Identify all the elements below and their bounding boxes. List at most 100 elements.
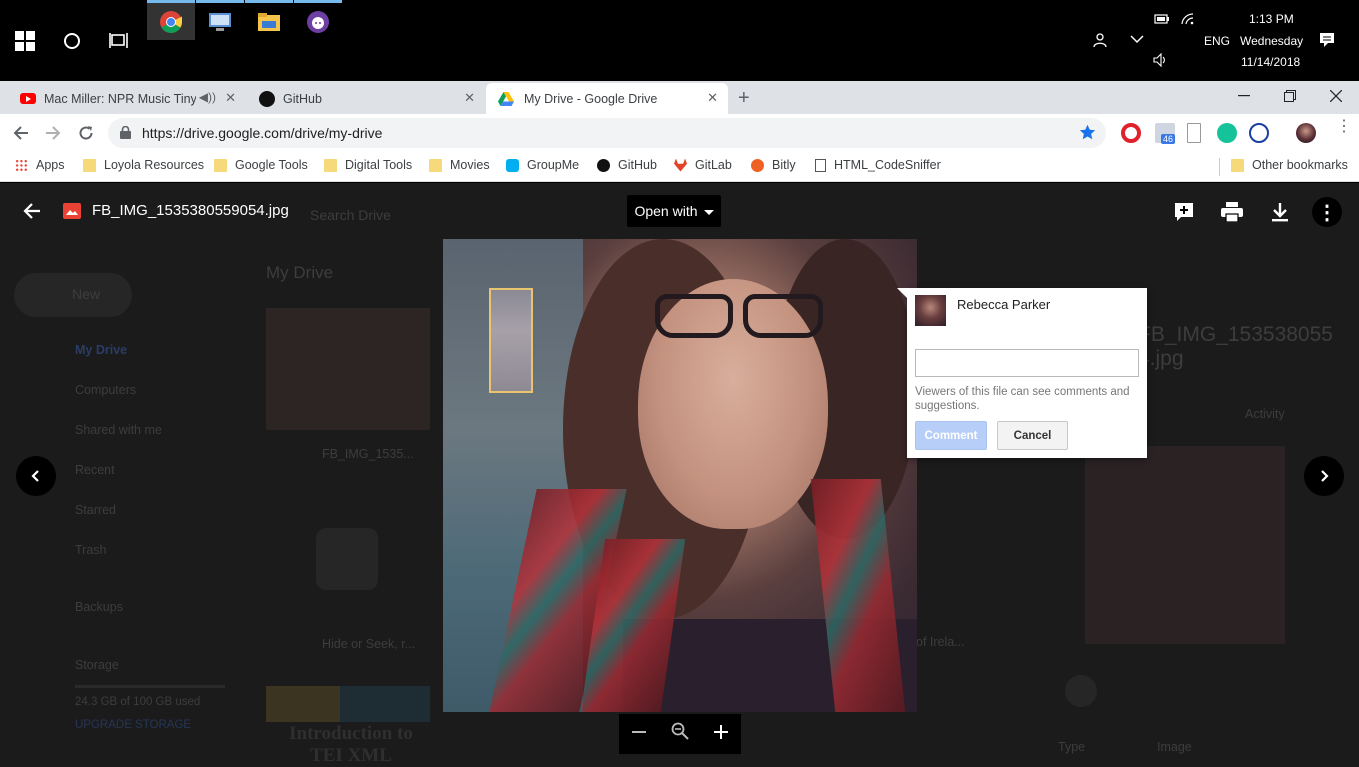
taskbar-github-desktop-icon[interactable] <box>294 0 342 40</box>
minimize-icon[interactable] <box>1221 81 1267 111</box>
taskbar-remote-desktop-icon[interactable] <box>196 0 244 40</box>
tab-mac-miller[interactable]: Mac Miller: NPR Music Tiny D ◀)) ✕ <box>8 83 246 114</box>
folder-icon <box>83 158 96 172</box>
action-center-icon[interactable] <box>1319 32 1335 51</box>
taskbar-file-explorer-icon[interactable] <box>245 0 293 40</box>
bookmark-html-codesniffer[interactable]: HTML_CodeSniffer <box>815 158 941 172</box>
open-with-button[interactable]: Open with <box>627 195 721 227</box>
comment-dialog: Rebecca Parker Viewers of this file can … <box>897 288 1147 458</box>
clock-date[interactable]: 11/14/2018 <box>1241 55 1300 69</box>
next-file-button[interactable] <box>1304 456 1344 496</box>
comment-selection-box[interactable] <box>489 288 533 393</box>
my-drive-heading: My Drive <box>266 263 334 282</box>
sidebar-storage: Storage <box>75 658 119 672</box>
window-close-icon[interactable] <box>1313 81 1359 111</box>
chevron-right-icon <box>1321 470 1329 482</box>
tab-extension-icon[interactable]: 46 <box>1155 123 1176 144</box>
back-icon[interactable] <box>10 122 32 144</box>
folder-icon <box>1231 158 1244 172</box>
page-icon <box>815 158 826 172</box>
comment-input[interactable] <box>915 349 1139 377</box>
more-actions-icon[interactable]: ⋮ <box>1312 197 1342 227</box>
owner-avatar <box>1065 675 1097 707</box>
bookmark-movies[interactable]: Movies <box>429 158 490 172</box>
wifi-icon[interactable] <box>1180 12 1196 29</box>
volume-icon[interactable] <box>1153 52 1169 70</box>
reload-icon[interactable] <box>75 122 97 144</box>
cancel-button[interactable]: Cancel <box>997 421 1068 450</box>
photo-glasses-right <box>743 294 823 338</box>
cortana-icon[interactable] <box>61 30 83 52</box>
forward-icon[interactable] <box>42 122 64 144</box>
tab-github[interactable]: GitHub ✕ <box>247 83 485 114</box>
new-tab-icon[interactable]: + <box>738 87 750 110</box>
previous-file-button[interactable] <box>16 456 56 496</box>
battery-icon[interactable] <box>1154 13 1170 28</box>
commenter-avatar <box>915 295 946 326</box>
opera-extension-icon[interactable] <box>1121 123 1141 143</box>
windows-start-icon[interactable] <box>14 30 36 52</box>
people-icon[interactable] <box>1093 32 1109 51</box>
print-icon[interactable] <box>1220 200 1244 224</box>
bookmark-digital-tools[interactable]: Digital Tools <box>324 158 412 172</box>
partial-text: of Irela... <box>916 635 965 649</box>
speaker-icon[interactable]: ◀)) <box>199 90 216 104</box>
bookmark-label: GitLab <box>695 158 732 172</box>
bookmark-github[interactable]: GitHub <box>597 158 657 172</box>
bookmark-google-tools[interactable]: Google Tools <box>214 158 308 172</box>
bitly-icon <box>751 158 764 172</box>
close-icon[interactable]: ✕ <box>464 90 475 106</box>
bookmark-star-icon[interactable] <box>1079 124 1096 146</box>
sidebar-backups: Backups <box>75 600 123 614</box>
bookmark-other-bookmarks[interactable]: Other bookmarks <box>1231 158 1348 172</box>
close-icon[interactable]: ✕ <box>707 90 718 106</box>
extension-badge: 46 <box>1161 134 1176 144</box>
github-icon <box>259 90 275 107</box>
bookmark-label: Google Tools <box>235 158 308 172</box>
restore-icon[interactable] <box>1267 81 1313 111</box>
clock-time[interactable]: 1:13 PM <box>1249 12 1294 26</box>
profile-avatar[interactable] <box>1296 123 1316 143</box>
bookmark-gitlab[interactable]: GitLab <box>674 158 732 172</box>
folder-icon <box>324 158 337 172</box>
file-thumbnail <box>266 308 430 430</box>
photo-preview[interactable] <box>443 239 917 712</box>
language-indicator[interactable]: ENG <box>1204 34 1230 48</box>
bookmark-label: Loyola Resources <box>104 158 205 172</box>
sidebar-shared: Shared with me <box>75 423 162 437</box>
bookmark-label: Digital Tools <box>345 158 413 172</box>
zoom-toolbar <box>619 714 741 754</box>
task-view-icon[interactable] <box>108 30 130 52</box>
clock-day[interactable]: Wednesday <box>1240 34 1303 48</box>
tab-my-drive[interactable]: My Drive - Google Drive ✕ <box>486 83 728 114</box>
comment-button[interactable]: Comment <box>915 421 987 450</box>
chrome-menu-icon[interactable]: ⋮ <box>1336 119 1352 135</box>
document-extension-icon[interactable] <box>1187 123 1201 143</box>
tray-chevron-icon[interactable] <box>1130 33 1144 47</box>
lock-icon[interactable] <box>120 125 131 144</box>
bookmark-groupme[interactable]: GroupMe <box>506 158 579 172</box>
close-icon[interactable]: ✕ <box>225 90 236 106</box>
back-arrow-icon[interactable] <box>22 201 42 226</box>
tab-title: GitHub <box>283 91 322 106</box>
zoom-in-icon[interactable] <box>713 723 729 746</box>
dropdown-arrow-icon <box>703 209 714 215</box>
add-comment-icon[interactable] <box>1172 200 1196 224</box>
grammarly-icon[interactable] <box>1217 123 1237 143</box>
block-extension-icon[interactable] <box>1249 123 1269 143</box>
download-icon[interactable] <box>1268 200 1292 224</box>
doc-thumbnail <box>266 686 430 722</box>
bookmark-apps[interactable]: Apps <box>15 158 65 172</box>
file-name-2: Hide or Seek, r... <box>322 637 416 651</box>
zoom-out-icon[interactable] <box>631 723 647 746</box>
type-value: Image <box>1157 740 1192 754</box>
bookmark-label: Apps <box>36 158 65 172</box>
address-bar[interactable]: https://drive.google.com/drive/my-drive <box>108 118 1106 148</box>
taskbar-chrome-icon[interactable] <box>147 0 195 40</box>
gitlab-icon <box>674 158 687 172</box>
folder-icon <box>429 158 442 172</box>
bookmark-label: GroupMe <box>527 158 580 172</box>
bookmark-loyola-resources[interactable]: Loyola Resources <box>83 158 204 172</box>
bookmark-bitly[interactable]: Bitly <box>751 158 796 172</box>
zoom-reset-icon[interactable] <box>671 722 689 746</box>
